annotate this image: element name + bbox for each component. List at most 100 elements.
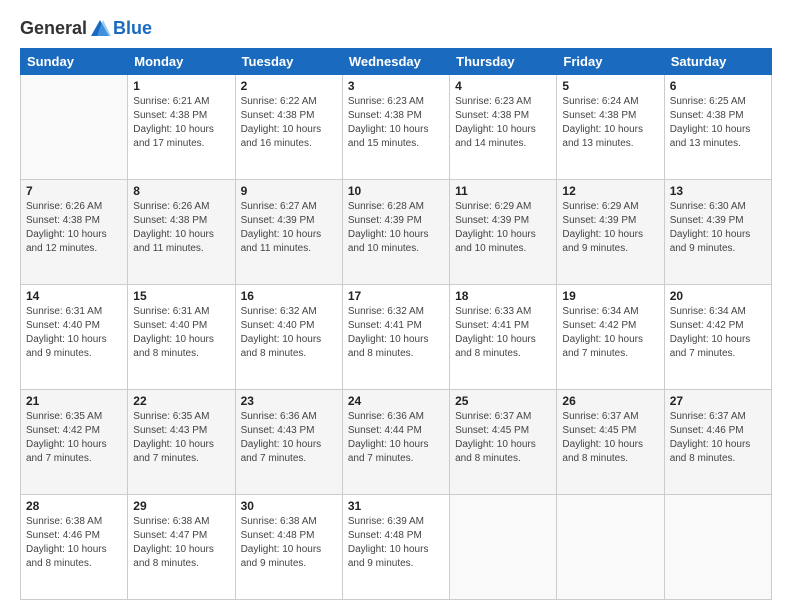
calendar-cell: 12Sunrise: 6:29 AM Sunset: 4:39 PM Dayli… — [557, 180, 664, 285]
day-info: Sunrise: 6:37 AM Sunset: 4:46 PM Dayligh… — [670, 410, 766, 466]
day-number: 1 — [133, 79, 229, 93]
calendar-cell — [21, 75, 128, 180]
day-number: 14 — [26, 289, 122, 303]
day-header-wednesday: Wednesday — [342, 49, 449, 75]
calendar-cell: 9 Sunrise: 6:27 AM Sunset: 4:39 PM Daylig… — [235, 180, 342, 285]
day-number: 3 — [348, 79, 444, 93]
calendar-header-row: SundayMondayTuesdayWednesdayThursdayFrid… — [21, 49, 772, 75]
day-info: Sunrise: 6:30 AM Sunset: 4:39 PM Dayligh… — [670, 200, 766, 256]
day-info: Sunrise: 6:36 AM Sunset: 4:44 PM Dayligh… — [348, 410, 444, 466]
calendar-cell: 25 Sunrise: 6:37 AM Sunset: 4:45 PM Dayli… — [450, 390, 557, 495]
calendar-cell: 3 Sunrise: 6:23 AM Sunset: 4:38 PM Daylig… — [342, 75, 449, 180]
day-number: 9 — [241, 184, 337, 198]
day-header-saturday: Saturday — [664, 49, 771, 75]
day-info: Sunrise: 6:37 AM Sunset: 4:45 PM Dayligh… — [562, 410, 658, 466]
day-number: 8 — [133, 184, 229, 198]
calendar-cell: 31 Sunrise: 6:39 AM Sunset: 4:48 PM Dayli… — [342, 495, 449, 600]
calendar-cell: 21 Sunrise: 6:35 AM Sunset: 4:42 PM Dayli… — [21, 390, 128, 495]
day-info: Sunrise: 6:39 AM Sunset: 4:48 PM Dayligh… — [348, 515, 444, 571]
day-header-monday: Monday — [128, 49, 235, 75]
calendar-cell — [664, 495, 771, 600]
day-info: Sunrise: 6:25 AM Sunset: 4:38 PM Dayligh… — [670, 95, 766, 151]
calendar-week-row: 28 Sunrise: 6:38 AM Sunset: 4:46 PM Dayli… — [21, 495, 772, 600]
day-number: 21 — [26, 394, 122, 408]
day-info: Sunrise: 6:38 AM Sunset: 4:46 PM Dayligh… — [26, 515, 122, 571]
day-number: 30 — [241, 499, 337, 513]
day-number: 11 — [455, 184, 551, 198]
day-info: Sunrise: 6:38 AM Sunset: 4:47 PM Dayligh… — [133, 515, 229, 571]
calendar-cell: 2Sunrise: 6:22 AM Sunset: 4:38 PM Daylig… — [235, 75, 342, 180]
day-number: 16 — [241, 289, 337, 303]
logo-icon — [89, 18, 111, 40]
calendar-cell: 26 Sunrise: 6:37 AM Sunset: 4:45 PM Dayli… — [557, 390, 664, 495]
calendar-cell: 28 Sunrise: 6:38 AM Sunset: 4:46 PM Dayli… — [21, 495, 128, 600]
calendar-table: SundayMondayTuesdayWednesdayThursdayFrid… — [20, 48, 772, 600]
day-info: Sunrise: 6:28 AM Sunset: 4:39 PM Dayligh… — [348, 200, 444, 256]
calendar-week-row: 21 Sunrise: 6:35 AM Sunset: 4:42 PM Dayli… — [21, 390, 772, 495]
day-info: Sunrise: 6:22 AM Sunset: 4:38 PM Dayligh… — [241, 95, 337, 151]
calendar-cell: 11 Sunrise: 6:29 AM Sunset: 4:39 PM Dayli… — [450, 180, 557, 285]
calendar-cell: 24 Sunrise: 6:36 AM Sunset: 4:44 PM Dayli… — [342, 390, 449, 495]
day-number: 28 — [26, 499, 122, 513]
day-number: 23 — [241, 394, 337, 408]
day-info: Sunrise: 6:34 AM Sunset: 4:42 PM Dayligh… — [562, 305, 658, 361]
logo: General Blue — [20, 18, 152, 40]
calendar-cell: 5 Sunrise: 6:24 AM Sunset: 4:38 PM Daylig… — [557, 75, 664, 180]
day-number: 10 — [348, 184, 444, 198]
day-number: 18 — [455, 289, 551, 303]
calendar-cell: 23Sunrise: 6:36 AM Sunset: 4:43 PM Dayli… — [235, 390, 342, 495]
calendar-week-row: 14 Sunrise: 6:31 AM Sunset: 4:40 PM Dayli… — [21, 285, 772, 390]
day-info: Sunrise: 6:27 AM Sunset: 4:39 PM Dayligh… — [241, 200, 337, 256]
day-number: 5 — [562, 79, 658, 93]
calendar-cell: 7 Sunrise: 6:26 AM Sunset: 4:38 PM Daylig… — [21, 180, 128, 285]
day-header-thursday: Thursday — [450, 49, 557, 75]
day-info: Sunrise: 6:26 AM Sunset: 4:38 PM Dayligh… — [133, 200, 229, 256]
day-number: 25 — [455, 394, 551, 408]
day-number: 13 — [670, 184, 766, 198]
calendar-cell — [450, 495, 557, 600]
page-header: General Blue — [20, 18, 772, 40]
day-number: 24 — [348, 394, 444, 408]
day-info: Sunrise: 6:31 AM Sunset: 4:40 PM Dayligh… — [133, 305, 229, 361]
calendar-cell: 22Sunrise: 6:35 AM Sunset: 4:43 PM Dayli… — [128, 390, 235, 495]
day-header-sunday: Sunday — [21, 49, 128, 75]
day-info: Sunrise: 6:26 AM Sunset: 4:38 PM Dayligh… — [26, 200, 122, 256]
logo-general: General — [20, 18, 87, 38]
calendar-cell: 17 Sunrise: 6:32 AM Sunset: 4:41 PM Dayli… — [342, 285, 449, 390]
day-number: 22 — [133, 394, 229, 408]
day-info: Sunrise: 6:21 AM Sunset: 4:38 PM Dayligh… — [133, 95, 229, 151]
calendar-cell: 14 Sunrise: 6:31 AM Sunset: 4:40 PM Dayli… — [21, 285, 128, 390]
day-info: Sunrise: 6:29 AM Sunset: 4:39 PM Dayligh… — [455, 200, 551, 256]
day-number: 7 — [26, 184, 122, 198]
day-info: Sunrise: 6:34 AM Sunset: 4:42 PM Dayligh… — [670, 305, 766, 361]
day-info: Sunrise: 6:24 AM Sunset: 4:38 PM Dayligh… — [562, 95, 658, 151]
calendar-cell: 29 Sunrise: 6:38 AM Sunset: 4:47 PM Dayli… — [128, 495, 235, 600]
calendar-cell: 16 Sunrise: 6:32 AM Sunset: 4:40 PM Dayli… — [235, 285, 342, 390]
calendar-cell: 13 Sunrise: 6:30 AM Sunset: 4:39 PM Dayli… — [664, 180, 771, 285]
day-info: Sunrise: 6:32 AM Sunset: 4:41 PM Dayligh… — [348, 305, 444, 361]
day-info: Sunrise: 6:37 AM Sunset: 4:45 PM Dayligh… — [455, 410, 551, 466]
day-number: 12 — [562, 184, 658, 198]
day-header-tuesday: Tuesday — [235, 49, 342, 75]
calendar-cell: 8 Sunrise: 6:26 AM Sunset: 4:38 PM Daylig… — [128, 180, 235, 285]
day-info: Sunrise: 6:38 AM Sunset: 4:48 PM Dayligh… — [241, 515, 337, 571]
day-number: 29 — [133, 499, 229, 513]
logo-blue: Blue — [113, 18, 152, 39]
calendar-cell: 4Sunrise: 6:23 AM Sunset: 4:38 PM Daylig… — [450, 75, 557, 180]
calendar-cell: 20 Sunrise: 6:34 AM Sunset: 4:42 PM Dayli… — [664, 285, 771, 390]
day-number: 31 — [348, 499, 444, 513]
day-number: 20 — [670, 289, 766, 303]
calendar-cell: 19Sunrise: 6:34 AM Sunset: 4:42 PM Dayli… — [557, 285, 664, 390]
calendar-cell — [557, 495, 664, 600]
calendar-cell: 10 Sunrise: 6:28 AM Sunset: 4:39 PM Dayli… — [342, 180, 449, 285]
day-info: Sunrise: 6:23 AM Sunset: 4:38 PM Dayligh… — [348, 95, 444, 151]
day-number: 26 — [562, 394, 658, 408]
day-info: Sunrise: 6:35 AM Sunset: 4:42 PM Dayligh… — [26, 410, 122, 466]
day-info: Sunrise: 6:33 AM Sunset: 4:41 PM Dayligh… — [455, 305, 551, 361]
day-info: Sunrise: 6:31 AM Sunset: 4:40 PM Dayligh… — [26, 305, 122, 361]
day-number: 17 — [348, 289, 444, 303]
day-info: Sunrise: 6:32 AM Sunset: 4:40 PM Dayligh… — [241, 305, 337, 361]
calendar-week-row: 7 Sunrise: 6:26 AM Sunset: 4:38 PM Daylig… — [21, 180, 772, 285]
day-info: Sunrise: 6:23 AM Sunset: 4:38 PM Dayligh… — [455, 95, 551, 151]
calendar-cell: 27Sunrise: 6:37 AM Sunset: 4:46 PM Dayli… — [664, 390, 771, 495]
